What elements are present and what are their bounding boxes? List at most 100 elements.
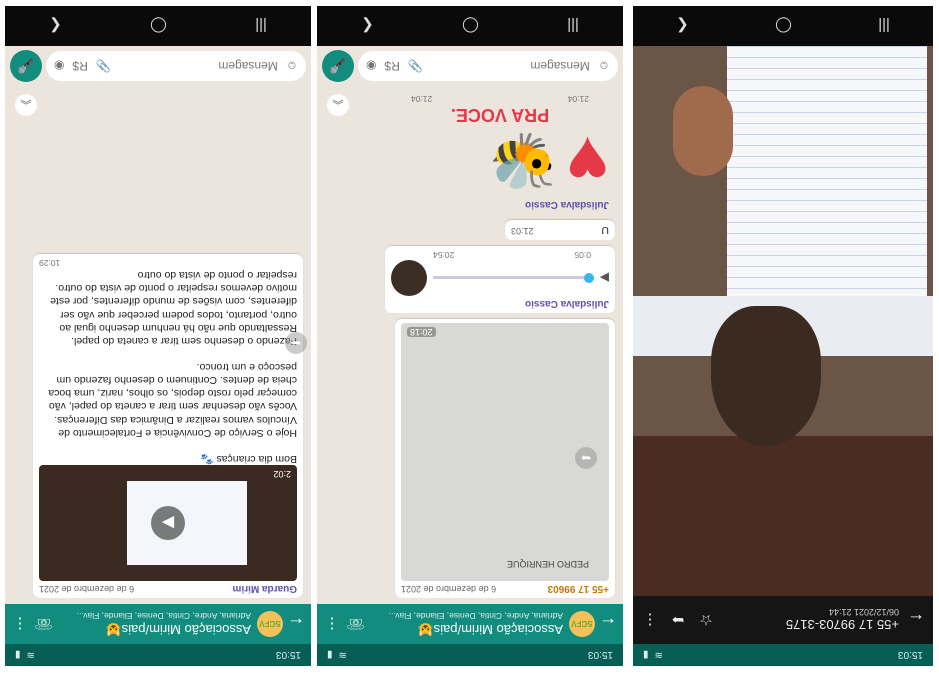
message-date: 6 de dezembro de 2021	[39, 584, 135, 594]
forward-icon[interactable]: ➥	[669, 611, 687, 629]
scroll-to-bottom-icon[interactable]: ︽	[15, 94, 37, 116]
message-sender: Guarda Mirim 6 de dezembro de 2021	[39, 583, 297, 594]
message-list: Guarda Mirim 6 de dezembro de 2021 ▶ 2:02…	[5, 90, 311, 604]
group-name[interactable]: Associação Mirim/pais😺	[59, 621, 251, 637]
photo-paper-lines	[727, 46, 927, 296]
call-add-icon[interactable]: ☏	[34, 615, 53, 633]
message-input-bar: ☺ Mensagem 📎 R$ ◉ 🎤	[5, 46, 311, 86]
video-thumbnail[interactable]: ▶ 2:02	[39, 465, 297, 581]
audio-progress[interactable]	[433, 273, 594, 284]
status-icons: ≋ ▮	[15, 650, 35, 661]
home-icon[interactable]: ◯	[775, 17, 792, 35]
home-icon[interactable]: ◯	[462, 17, 479, 35]
payment-icon[interactable]: R$	[384, 59, 399, 73]
forward-icon[interactable]: ➥	[285, 332, 307, 354]
back-arrow-icon[interactable]: ←	[287, 614, 305, 635]
screenshot-collage: 15:03 ≋ ▮ ← +55 17 99703-3175 06/12/2021 …	[0, 0, 939, 674]
back-arrow-icon[interactable]: ←	[907, 610, 925, 631]
status-icons: ≋ ▮	[643, 650, 663, 661]
emoji-icon[interactable]: ☺	[286, 59, 298, 73]
attach-icon[interactable]: 📎	[96, 59, 111, 73]
chat-header: ← SCFV Associação Mirim/pais😺 Adriana, A…	[317, 604, 623, 644]
scroll-to-bottom-icon[interactable]: ︽	[327, 94, 349, 116]
microphone-icon: 🎤	[17, 58, 35, 75]
phone-chat-instructions: 15:03 ≋ ▮ ← SCFV Associação Mirim/pais😺 A…	[5, 6, 311, 666]
video-paper	[127, 481, 247, 565]
message-list: +55 17 99603 6 de dezembro de 2021 PEDRO …	[317, 90, 623, 604]
photo-child-head	[711, 306, 821, 446]
play-audio-icon[interactable]: ▶	[600, 271, 609, 285]
recent-apps-icon[interactable]: |||	[567, 18, 579, 35]
camera-icon[interactable]: ◉	[54, 59, 64, 73]
group-avatar[interactable]: SCFV	[257, 611, 283, 637]
drawing-photo	[633, 46, 933, 596]
message-time: 10:29	[39, 258, 61, 269]
phone-photo-viewer: 15:03 ≋ ▮ ← +55 17 99703-3175 06/12/2021 …	[633, 6, 933, 666]
attach-icon[interactable]: 📎	[408, 59, 423, 73]
back-arrow-icon[interactable]: ←	[599, 614, 617, 635]
chat-header: ← SCFV Associação Mirim/pais😺 Adriana, A…	[5, 604, 311, 644]
message-time: 20:18	[407, 327, 436, 337]
message-text-content: U	[601, 224, 609, 236]
camera-icon[interactable]: ◉	[366, 59, 376, 73]
message-time: 21:04	[411, 94, 433, 104]
audio-duration: 0:05	[574, 250, 591, 260]
emoji-icon[interactable]: ☺	[598, 59, 610, 73]
message-video[interactable]: Guarda Mirim 6 de dezembro de 2021 ▶ 2:02…	[33, 254, 303, 598]
photo-background	[633, 436, 933, 596]
group-name[interactable]: Associação Mirim/pais😺	[371, 621, 563, 637]
message-audio[interactable]: Julisdalva Cassio ▶ 0:05 20:54	[385, 246, 615, 313]
nav-back-icon[interactable]: ❮	[361, 17, 374, 35]
nav-back-icon[interactable]: ❮	[49, 17, 62, 35]
battery-icon: ▮	[15, 649, 21, 661]
message-sender: +55 17 99603 6 de dezembro de 2021	[401, 583, 609, 594]
bee-sticker-icon: 🐝	[489, 131, 557, 191]
photo-hand	[673, 86, 733, 176]
forward-icon[interactable]: ➥	[575, 447, 597, 469]
drawing-name-label: PEDRO HENRIQUE	[506, 559, 589, 569]
battery-icon: ▮	[327, 649, 333, 661]
star-icon[interactable]: ☆	[697, 611, 715, 629]
phone-chat-drawings: 15:03 ≋ ▮ ← SCFV Associação Mirim/pais😺 A…	[317, 6, 623, 666]
message-sender: Julisdalva Cassio	[525, 298, 609, 309]
mic-button[interactable]: 🎤	[10, 50, 42, 82]
recent-apps-icon[interactable]: |||	[255, 18, 267, 35]
message-placeholder[interactable]: Mensagem	[119, 59, 277, 73]
status-time: 15:03	[897, 649, 923, 661]
more-options-icon[interactable]: ⋮	[323, 615, 341, 633]
status-time: 15:03	[275, 649, 301, 661]
group-members: Adriana, Andre, Cintia, Denise, Eliande,…	[388, 611, 563, 621]
call-add-icon[interactable]: ☏	[346, 615, 365, 633]
sender-avatar	[391, 260, 427, 296]
status-time: 15:03	[587, 649, 613, 661]
message-date: 6 de dezembro de 2021	[401, 584, 497, 594]
mic-button[interactable]: 🎤	[322, 50, 354, 82]
more-options-icon[interactable]: ⋮	[641, 611, 659, 629]
message-placeholder[interactable]: Mensagem	[431, 59, 589, 73]
message-input-bar: ☺ Mensagem 📎 R$ ◉ 🎤	[317, 46, 623, 86]
android-navbar: ||| ◯ ❮	[317, 6, 623, 46]
battery-icon: ▮	[643, 649, 649, 661]
message-input[interactable]: ☺ Mensagem 📎 R$ ◉	[46, 51, 306, 81]
nav-back-icon[interactable]: ❮	[676, 17, 689, 35]
recent-apps-icon[interactable]: |||	[878, 18, 890, 35]
message-text-content: Bom dia crianças 🐾 Hoje o Serviço de Con…	[48, 269, 297, 465]
heart-sticker-icon: ♥	[566, 121, 609, 201]
status-bar: 15:03 ≋ ▮	[633, 644, 933, 666]
play-video-icon[interactable]: ▶	[151, 506, 185, 540]
message-sticker[interactable]: Julisdalva Cassio ♥ 🐝 PRA VOCE. 21:04 21…	[385, 90, 615, 214]
message-text[interactable]: U 21:03	[505, 220, 615, 240]
sender-phone-number: +55 17 99703-3175	[785, 617, 899, 633]
photo-datetime: 06/12/2021 21:44	[828, 607, 899, 618]
group-avatar[interactable]: SCFV	[569, 611, 595, 637]
wifi-icon: ≋	[338, 649, 347, 661]
message-time: 21:03	[511, 226, 534, 236]
microphone-icon: 🎤	[329, 58, 347, 75]
home-icon[interactable]: ◯	[150, 17, 167, 35]
viewer-header: ← +55 17 99703-3175 06/12/2021 21:44 ☆ ➥…	[633, 596, 933, 644]
audio-scrubber[interactable]	[583, 273, 594, 284]
message-input[interactable]: ☺ Mensagem 📎 R$ ◉	[358, 51, 618, 81]
payment-icon[interactable]: R$	[72, 59, 87, 73]
wifi-icon: ≋	[654, 649, 663, 661]
more-options-icon[interactable]: ⋮	[11, 615, 29, 633]
